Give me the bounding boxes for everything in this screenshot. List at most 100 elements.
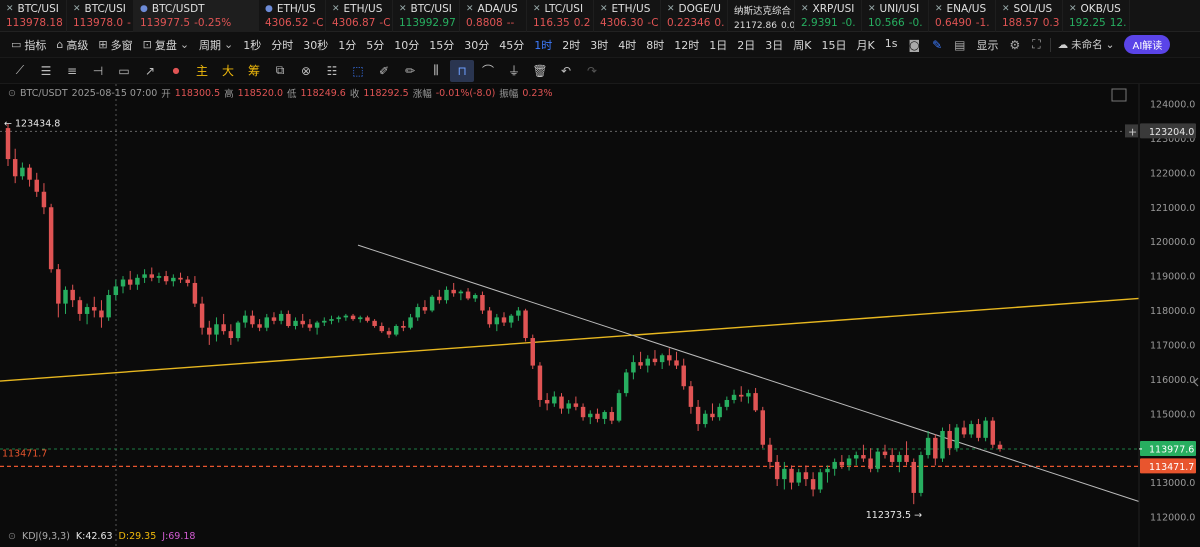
dot-tool-icon[interactable]: ●	[164, 60, 188, 82]
rectangle-tool-icon[interactable]: ▭	[112, 60, 136, 82]
interval-option[interactable]: 10分	[389, 35, 424, 55]
price-tick-label: 124000.0	[1150, 100, 1195, 111]
interval-option[interactable]: 1日	[704, 35, 732, 55]
edit-icon[interactable]: ✎	[926, 36, 948, 54]
expand-icon[interactable]	[1111, 88, 1127, 102]
projection-tool-icon[interactable]: ⫼	[424, 60, 448, 82]
brush-tool-icon[interactable]: ✏	[398, 60, 422, 82]
ticker-tab[interactable]: ● BTC/USDT 113977.5 -0.25%	[134, 0, 259, 32]
undo-icon[interactable]: ↶	[554, 60, 578, 82]
interval-option[interactable]: 4时	[613, 35, 641, 55]
layout-icon[interactable]: ▤	[948, 36, 971, 54]
display-button[interactable]: 显示	[972, 35, 1004, 55]
interval-option[interactable]: 2日	[732, 35, 760, 55]
price-chart[interactable]: 124000.0123000.0122000.0121000.0120000.0…	[0, 84, 1200, 547]
interval-option[interactable]: 12时	[669, 35, 704, 55]
interval-option[interactable]: 3日	[760, 35, 788, 55]
ticker-tab[interactable]: ✕ BTC/USI 113978.18	[0, 0, 67, 32]
ticker-tab[interactable]: ✕ ADA/US 0.8808 --	[460, 0, 527, 32]
close-icon[interactable]: ✕	[332, 4, 340, 14]
interval-option[interactable]: 月K	[851, 35, 879, 55]
fullscreen-icon[interactable]: ⛶	[1026, 35, 1046, 54]
ticker-tab[interactable]: ✕ SOL/US 188.57 0.3	[996, 0, 1063, 32]
interval-option[interactable]: 2时	[557, 35, 585, 55]
ticker-tab[interactable]: ✕ XRP/USI 2.9391 -0.	[795, 0, 862, 32]
horizontal-lines-icon[interactable]: ☰	[34, 60, 58, 82]
interval-option[interactable]: 周K	[788, 35, 816, 55]
close-icon[interactable]: ✕	[73, 4, 81, 14]
coin-icon[interactable]: ●	[140, 4, 148, 14]
interval-option[interactable]: 15分	[424, 35, 459, 55]
trendlines[interactable]	[0, 244, 1140, 502]
interval-option[interactable]: 1秒	[238, 35, 266, 55]
main-force-tool[interactable]: 主	[190, 60, 214, 82]
stack-tool-icon[interactable]: ☷	[320, 60, 344, 82]
close-icon[interactable]: ✕	[667, 4, 675, 14]
trendline-yellow[interactable]	[0, 297, 1140, 382]
settings-icon[interactable]: ⚙	[1004, 36, 1027, 54]
pattern-tool-icon[interactable]: ⊗	[294, 60, 318, 82]
multi-window-button[interactable]: ⊞ 多窗	[93, 35, 137, 55]
filter-tool-icon[interactable]: ⏚	[502, 60, 526, 82]
period-dropdown[interactable]: 周期 ⌄	[194, 35, 238, 55]
interval-option[interactable]: 1时	[529, 35, 557, 55]
magnet-tool-icon[interactable]: ⌒	[476, 60, 500, 82]
close-icon[interactable]: ✕	[600, 4, 608, 14]
close-icon[interactable]: ✕	[399, 4, 407, 14]
interval-option[interactable]: 1分	[333, 35, 361, 55]
close-icon[interactable]: ✕	[801, 4, 809, 14]
close-icon[interactable]: ✕	[1002, 4, 1010, 14]
ticker-tab[interactable]: ✕ ETH/US 4306.87 -C	[326, 0, 393, 32]
ruler-tool-icon[interactable]: ✐	[372, 60, 396, 82]
horizontal-ray-icon[interactable]: ⊣	[86, 60, 110, 82]
layout-name-dropdown[interactable]: ☁ 未命名 ⌄	[1054, 37, 1119, 52]
close-icon[interactable]: ✕	[1069, 4, 1077, 14]
copy-tool-icon[interactable]: ⧉	[268, 60, 292, 82]
indicators-button[interactable]: ▭ 指标	[6, 35, 51, 55]
coin-icon[interactable]: ●	[265, 4, 273, 14]
price-axis[interactable]: 124000.0123000.0122000.0121000.0120000.0…	[1125, 84, 1200, 547]
ticker-tab[interactable]: ✕ DOGE/U 0.22346 0.	[661, 0, 728, 32]
kdj-collapse-icon[interactable]: ⊙	[8, 531, 16, 542]
interval-option[interactable]: 分时	[266, 35, 298, 55]
close-icon[interactable]: ✕	[6, 4, 14, 14]
arrow-tool-icon[interactable]: ↗	[138, 60, 162, 82]
ticker-tab[interactable]: ✕ ETH/US 4306.30 -C	[594, 0, 661, 32]
delete-tool-icon[interactable]: 🗑	[528, 60, 552, 82]
ticker-tab[interactable]: ✕ BTC/USI 113978.0-	[67, 0, 134, 32]
interval-option[interactable]: 3时	[585, 35, 613, 55]
camera-icon[interactable]: ◙	[902, 36, 926, 54]
redo-icon[interactable]: ↷	[580, 60, 604, 82]
close-icon[interactable]: ✕	[466, 4, 474, 14]
interval-option[interactable]: 30秒	[298, 35, 333, 55]
advanced-button[interactable]: ⌂ 高级	[51, 35, 93, 55]
ticker-tab[interactable]: 纳斯达克综合 21172.860.00	[728, 0, 795, 32]
trendline-tool-icon[interactable]: ⟋	[8, 60, 32, 82]
replay-button[interactable]: ⊡ 复盘 ⌄	[138, 35, 194, 55]
candle-body	[106, 295, 111, 318]
interval-option[interactable]: 45分	[494, 35, 529, 55]
select-tool-icon[interactable]: ⬚	[346, 60, 370, 82]
ticker-tab[interactable]: ✕ UNI/USI 10.566 -0.	[862, 0, 929, 32]
ai-interpret-button[interactable]: AI解读	[1124, 35, 1171, 54]
close-icon[interactable]: ✕	[533, 4, 541, 14]
interval-option[interactable]: 8时	[641, 35, 669, 55]
parallel-channel-icon[interactable]: ≡	[60, 60, 84, 82]
trendline-white[interactable]	[357, 244, 1140, 502]
plus-icon[interactable]: +	[1128, 125, 1137, 138]
ticker-tab[interactable]: ✕ OKB/US 192.25 12.	[1063, 0, 1130, 32]
ticker-tab[interactable]: ✕ BTC/USI 113992.97	[393, 0, 460, 32]
ticker-tab[interactable]: ✕ LTC/USI 116.35 0.2	[527, 0, 594, 32]
chip-distribution-tool[interactable]: 筹	[242, 60, 266, 82]
ticker-tab[interactable]: ● ETH/US 4306.52 -C	[259, 0, 326, 32]
ohlc-collapse-icon[interactable]: ⊙	[8, 88, 16, 99]
interval-option[interactable]: 15日	[816, 35, 851, 55]
interval-option[interactable]: 5分	[361, 35, 389, 55]
lock-tool-icon[interactable]: ⊓	[450, 59, 474, 82]
close-icon[interactable]: ✕	[935, 4, 943, 14]
large-order-tool[interactable]: 大	[216, 60, 240, 82]
close-icon[interactable]: ✕	[868, 4, 876, 14]
interval-option[interactable]: 1s	[880, 35, 903, 55]
ticker-tab[interactable]: ✕ ENA/US 0.6490 -1.	[929, 0, 996, 32]
interval-option[interactable]: 30分	[459, 35, 494, 55]
